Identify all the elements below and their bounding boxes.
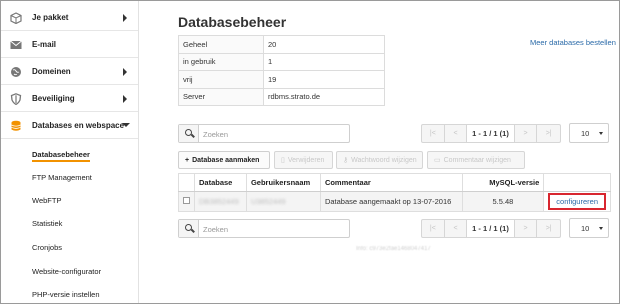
comment-cell: Database aangemaakt op 13-07-2016	[319, 191, 462, 212]
change-comment-label: Commentaar wijzigen	[443, 156, 511, 164]
column-header-database[interactable]: Database	[194, 173, 247, 192]
sidebar-subitem-statistiek[interactable]: Statistiek	[32, 219, 62, 228]
summary-row: Geheel 20	[178, 35, 385, 54]
summary-label: in gebruik	[178, 52, 264, 71]
summary-value: rdbms.strato.de	[263, 87, 385, 106]
search-input[interactable]	[203, 128, 343, 140]
chevron-down-icon	[122, 123, 130, 127]
shield-icon	[10, 93, 22, 105]
mail-icon	[10, 39, 22, 51]
sidebar-item-domeinen[interactable]: Domeinen	[1, 59, 138, 85]
globe-icon	[10, 66, 22, 78]
pagination-bottom: |< < 1 - 1 / 1 (1) > >|	[421, 219, 561, 238]
chevron-right-icon	[123, 95, 127, 103]
per-page-select[interactable]: 10	[569, 123, 609, 143]
change-comment-button[interactable]: ▭ Commentaar wijzigen	[427, 151, 525, 169]
sidebar-subitem-cronjobs[interactable]: Cronjobs	[32, 243, 62, 252]
database-name-cell: DB3852449	[194, 191, 247, 212]
sidebar-item-databases-en-webspace[interactable]: Databases en webspace	[1, 113, 138, 139]
sidebar-subitem-website-configurator[interactable]: Website-configurator	[32, 267, 101, 276]
summary-value: 19	[263, 70, 385, 89]
sidebar-subitem-ftp-management[interactable]: FTP Management	[32, 173, 92, 182]
select-column-header	[178, 173, 195, 192]
sidebar-item-email[interactable]: E-mail	[1, 32, 138, 58]
change-password-button[interactable]: ⚷ Wachtwoord wijzigen	[336, 151, 423, 169]
page-info: 1 - 1 / 1 (1)	[467, 125, 515, 142]
database-name: DB3852449	[199, 197, 239, 206]
column-header-actions	[543, 173, 611, 192]
chevron-right-icon	[123, 14, 127, 22]
next-page-button[interactable]: >	[515, 125, 538, 142]
package-icon	[10, 12, 22, 24]
action-cell: configureren	[543, 191, 611, 212]
first-page-button[interactable]: |<	[422, 125, 445, 142]
search-icon[interactable]	[179, 220, 199, 237]
configure-link[interactable]: configureren	[548, 193, 606, 210]
page-title: Databasebeheer	[178, 14, 287, 30]
sidebar-subitem-databasebeheer[interactable]: Databasebeheer	[32, 150, 90, 162]
chevron-right-icon	[123, 68, 127, 76]
summary-row: vrij 19	[178, 70, 385, 89]
database-table: Database Gebruikersnaam Commentaar MySQL…	[178, 173, 611, 212]
plus-icon: +	[185, 156, 190, 164]
last-page-button[interactable]: >|	[537, 220, 560, 237]
search-input[interactable]	[203, 223, 343, 235]
sidebar-item-label: Je pakket	[32, 13, 69, 22]
sidebar-subitem-php-versie[interactable]: PHP-versie instellen	[32, 290, 100, 299]
prev-page-button[interactable]: <	[445, 220, 468, 237]
summary-value: 20	[263, 35, 385, 54]
username: U3852449	[250, 197, 286, 206]
sidebar-item-je-pakket[interactable]: Je pakket	[1, 5, 138, 31]
summary-row: Server rdbms.strato.de	[178, 87, 385, 106]
first-page-button[interactable]: |<	[422, 220, 445, 237]
summary-value: 1	[263, 52, 385, 71]
comment-icon: ▭	[434, 157, 441, 164]
per-page-select[interactable]: 10	[569, 218, 609, 238]
summary-label: vrij	[178, 70, 264, 89]
database-summary-table: Geheel 20 in gebruik 1 vrij 19 Server rd…	[178, 35, 385, 106]
add-database-label: Database aanmaken	[192, 156, 260, 164]
summary-label: Geheel	[178, 35, 264, 54]
search-icon[interactable]	[179, 125, 199, 142]
key-icon: ⚷	[343, 157, 349, 164]
sidebar-item-label: Databases en webspace	[32, 121, 125, 130]
sidebar-item-label: E-mail	[32, 40, 57, 49]
sidebar-item-label: Domeinen	[32, 67, 71, 76]
sidebar-subitem-webftp[interactable]: WebFTP	[32, 196, 61, 205]
database-icon	[10, 120, 22, 132]
mysql-version-cell: 5.5.48	[461, 191, 544, 212]
footer-info-id: Info: c973e2fae1468047417	[356, 246, 431, 252]
pagination-top: |< < 1 - 1 / 1 (1) > >|	[421, 124, 561, 143]
summary-label: Server	[178, 87, 264, 106]
column-header-comment[interactable]: Commentaar	[319, 173, 462, 192]
per-page-value: 10	[581, 129, 590, 138]
table-row: DB3852449 U3852449 Database aangemaakt o…	[178, 191, 611, 212]
row-select-cell	[178, 191, 195, 212]
sidebar: Je pakket E-mail Domeinen Beveiliging Da…	[1, 1, 139, 303]
next-page-button[interactable]: >	[515, 220, 538, 237]
add-database-button[interactable]: + Database aanmaken	[178, 151, 270, 169]
username-cell: U3852449	[245, 191, 321, 212]
caret-down-icon	[599, 227, 603, 230]
sidebar-item-label: Beveiliging	[32, 94, 75, 103]
row-checkbox[interactable]	[183, 197, 190, 204]
search-box-bottom	[178, 219, 350, 238]
page-info: 1 - 1 / 1 (1)	[467, 220, 515, 237]
column-header-mysql-version[interactable]: MySQL-versie	[461, 173, 544, 192]
order-more-databases-link[interactable]: Meer databases bestellen	[530, 38, 616, 47]
column-header-username[interactable]: Gebruikersnaam	[245, 173, 321, 192]
delete-label: Verwijderen	[287, 156, 325, 164]
last-page-button[interactable]: >|	[537, 125, 560, 142]
per-page-value: 10	[581, 224, 590, 233]
delete-button[interactable]: ▯ Verwijderen	[274, 151, 333, 169]
sidebar-item-beveiliging[interactable]: Beveiliging	[1, 86, 138, 112]
trash-icon: ▯	[281, 157, 285, 164]
prev-page-button[interactable]: <	[445, 125, 468, 142]
search-box-top	[178, 124, 350, 143]
caret-down-icon	[599, 132, 603, 135]
table-header-row: Database Gebruikersnaam Commentaar MySQL…	[178, 173, 611, 192]
change-password-label: Wachtwoord wijzigen	[351, 156, 417, 164]
summary-row: in gebruik 1	[178, 52, 385, 71]
